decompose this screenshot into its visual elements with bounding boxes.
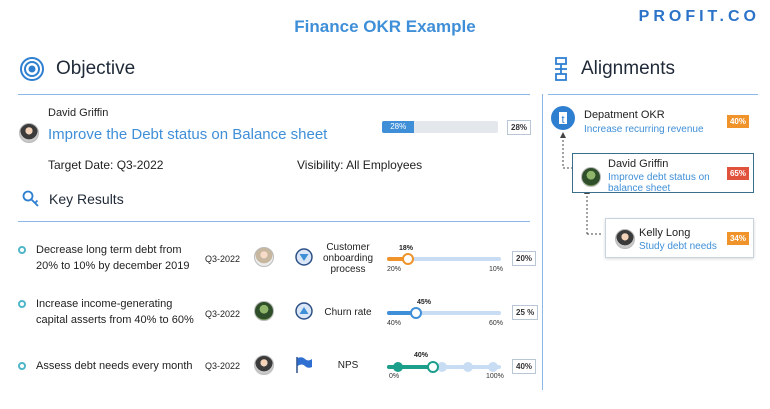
objective-header: Objective <box>20 57 135 81</box>
objective-progress-value: 28% <box>507 120 532 135</box>
alignment-progress-badge: 65% <box>727 167 749 180</box>
avatar <box>19 123 39 143</box>
key-result-date: Q3-2022 <box>205 254 241 264</box>
visibility: Visibility: All Employees <box>297 158 422 172</box>
slider-value-label: 40% <box>414 352 429 359</box>
alignment-progress-badge: 34% <box>727 232 749 245</box>
progress-slider-handle[interactable] <box>426 361 439 373</box>
slider-max-label: 10% <box>489 266 504 273</box>
key-result-text: Assess debt needs every month <box>36 360 193 372</box>
target-icon <box>20 57 44 81</box>
key-result-date: Q3-2022 <box>205 309 241 319</box>
key-result-bullet <box>18 362 26 370</box>
alignment-subtitle: Improve debt status on balance sheet <box>608 172 710 194</box>
key-icon <box>22 190 39 207</box>
slider-max-label: 60% <box>489 320 504 327</box>
key-result-metric: Churn rate <box>324 307 372 318</box>
avatar <box>615 229 635 249</box>
avatar <box>581 167 601 187</box>
target-date: Target Date: Q3-2022 <box>48 158 163 172</box>
key-result-date: Q3-2022 <box>205 361 241 371</box>
milestone-dot <box>393 362 403 372</box>
profit-co-logo: PROFIT.CO <box>638 8 760 25</box>
slider-max-label: 100% <box>486 373 504 380</box>
slider-value-label: 45% <box>417 299 432 306</box>
key-result-metric: Customer onboarding process <box>322 242 374 275</box>
key-result-bullet <box>18 246 26 254</box>
key-result-text: Decrease long term debt from 20% to 10% … <box>36 244 190 272</box>
objective-section-label: Objective <box>56 58 136 79</box>
target-date-value: Q3-2022 <box>116 158 164 172</box>
key-result-bullet <box>18 300 26 308</box>
alignments-section-label: Alignments <box>581 58 675 79</box>
hierarchy-icon <box>555 57 567 81</box>
flag-icon <box>296 357 312 373</box>
milestone-dot <box>463 362 473 372</box>
objective-owner: David Griffin <box>48 107 109 119</box>
objective-progress-fill: 28% <box>382 121 415 133</box>
key-result-metric: NPS <box>337 360 359 371</box>
alignment-name: Kelly Long <box>639 227 691 239</box>
key-results-header: Key Results <box>22 190 124 208</box>
progress-slider-handle[interactable] <box>401 253 414 265</box>
alignment-progress-badge: 40% <box>727 115 749 128</box>
target-date-label: Target Date: <box>48 158 114 172</box>
objective-divider <box>18 94 530 95</box>
milestone-dot <box>488 362 498 372</box>
progress-slider-handle[interactable] <box>409 307 422 319</box>
avatar <box>254 355 274 375</box>
key-result-text: Increase income-generating capital asser… <box>36 298 194 326</box>
visibility-value: All Employees <box>346 158 423 172</box>
alignment-name: David Griffin <box>608 158 669 170</box>
key-results-divider <box>18 221 530 222</box>
objective-progress-bar: 28% <box>382 121 498 133</box>
slider-min-label: 0% <box>389 373 400 380</box>
avatar <box>254 247 274 267</box>
svg-text:t: t <box>561 114 564 126</box>
key-result-progress-value: 20% <box>512 251 537 266</box>
slider-min-label: 20% <box>387 266 402 273</box>
avatar <box>254 301 274 321</box>
visibility-label: Visibility: <box>297 158 344 172</box>
alignment-name: Depatment OKR <box>584 109 665 121</box>
alignments-header: Alignments <box>553 57 675 81</box>
key-results-section-label: Key Results <box>49 191 124 207</box>
key-result-progress-value: 40% <box>512 359 537 374</box>
objective-title[interactable]: Improve the Debt status on Balance sheet <box>48 126 327 143</box>
slider-value-label: 18% <box>399 245 414 252</box>
arrow-down-circle-icon <box>295 248 313 266</box>
arrow-up-circle-icon <box>295 302 313 320</box>
column-divider <box>542 94 543 390</box>
alignments-divider <box>548 94 758 95</box>
alignment-subtitle: Study debt needs <box>639 241 717 252</box>
key-result-progress-value: 25 % <box>512 305 539 320</box>
slider-min-label: 40% <box>387 320 402 327</box>
